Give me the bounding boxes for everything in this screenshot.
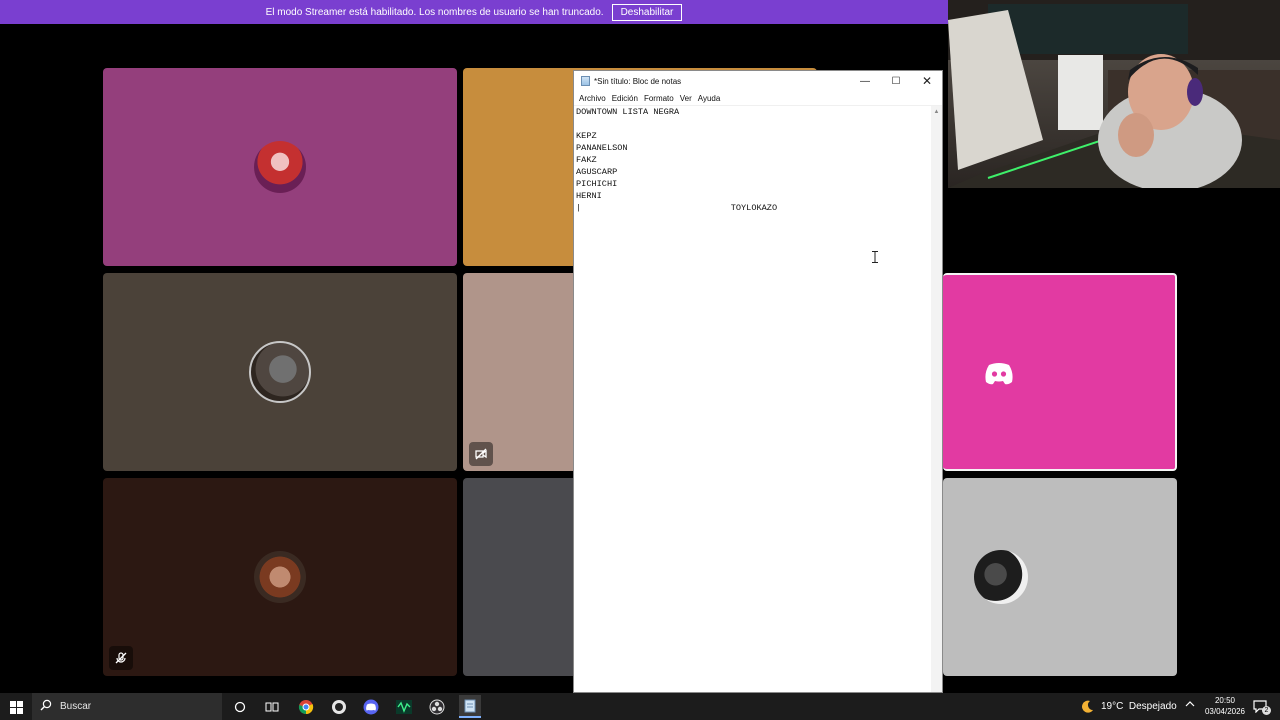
search-icon	[40, 699, 52, 714]
obs-icon[interactable]	[427, 697, 447, 717]
obs-alt-icon[interactable]	[329, 697, 349, 717]
windows-logo-icon[interactable]	[6, 697, 26, 717]
notepad-title: *Sin título: Bloc de notas	[594, 76, 682, 86]
streamer-webcam	[948, 0, 1280, 188]
disable-streamer-mode-button[interactable]: Deshabilitar	[611, 3, 683, 21]
participant-avatar-8	[974, 550, 1028, 604]
menu-ver[interactable]: Ver	[679, 94, 697, 103]
notepad-taskbar-icon[interactable]	[459, 695, 481, 718]
maximize-icon[interactable]: ☐	[881, 71, 911, 91]
participant-avatar-1	[254, 141, 306, 193]
discord-taskbar-icon[interactable]	[361, 697, 381, 717]
notepad-menu-bar: Archivo Edición Formato Ver Ayuda	[574, 92, 942, 105]
search-placeholder: Buscar	[60, 701, 92, 712]
notepad-text-area[interactable]: DOWNTOWN LISTA NEGRA KEPZ PANANELSON FAK…	[576, 106, 932, 692]
menu-archivo[interactable]: Archivo	[578, 94, 611, 103]
participant-avatar-6	[254, 551, 306, 603]
notification-count-badge: 2	[1262, 706, 1271, 715]
notepad-app-icon	[581, 76, 590, 86]
clock-date: 03/04/2026	[1204, 707, 1246, 716]
menu-formato[interactable]: Formato	[643, 94, 679, 103]
participant-tile-3[interactable]	[103, 273, 457, 471]
weather-moon-icon	[1080, 700, 1094, 717]
participant-tile-8[interactable]	[943, 478, 1177, 676]
streamer-mode-message: El modo Streamer está habilitado. Los no…	[265, 6, 604, 18]
camera-off-icon	[469, 442, 493, 466]
notepad-window[interactable]: *Sin título: Bloc de notas — ☐ ✕ Archivo…	[573, 70, 943, 693]
scroll-up-icon[interactable]: ▲	[931, 106, 942, 117]
close-icon[interactable]: ✕	[912, 71, 942, 91]
vertical-scrollbar[interactable]: ▲	[931, 106, 942, 692]
cortana-icon[interactable]	[230, 697, 250, 717]
notepad-editor[interactable]: DOWNTOWN LISTA NEGRA KEPZ PANANELSON FAK…	[574, 105, 942, 692]
taskbar-search-box[interactable]: Buscar	[32, 693, 222, 720]
weather-text[interactable]: 19°C Despejado	[1101, 701, 1177, 712]
clock-time: 20:50	[1214, 696, 1236, 705]
notepad-title-bar[interactable]: *Sin título: Bloc de notas — ☐ ✕	[574, 71, 942, 91]
microphone-muted-icon	[109, 646, 133, 670]
chrome-icon[interactable]	[296, 697, 316, 717]
audio-app-icon[interactable]	[394, 697, 414, 717]
taskbar-clock[interactable]: 20:50 03/04/2026	[1204, 695, 1246, 717]
menu-edicion[interactable]: Edición	[611, 94, 643, 103]
participant-avatar-3	[249, 341, 311, 403]
participant-tile-1[interactable]	[103, 68, 457, 266]
text-cursor-icon	[872, 250, 878, 263]
participant-tile-6[interactable]	[103, 478, 457, 676]
menu-ayuda[interactable]: Ayuda	[697, 94, 726, 103]
discord-icon	[983, 361, 1015, 385]
chevron-up-icon[interactable]	[1185, 699, 1195, 712]
task-view-icon[interactable]	[262, 697, 282, 717]
participant-tile-5[interactable]	[943, 273, 1177, 471]
windows-taskbar: Buscar 19°C Despejado 20:50 03/04/2026 2	[0, 693, 1280, 720]
streamer-mode-banner: El modo Streamer está habilitado. Los no…	[0, 0, 948, 24]
minimize-icon[interactable]: —	[850, 71, 880, 91]
